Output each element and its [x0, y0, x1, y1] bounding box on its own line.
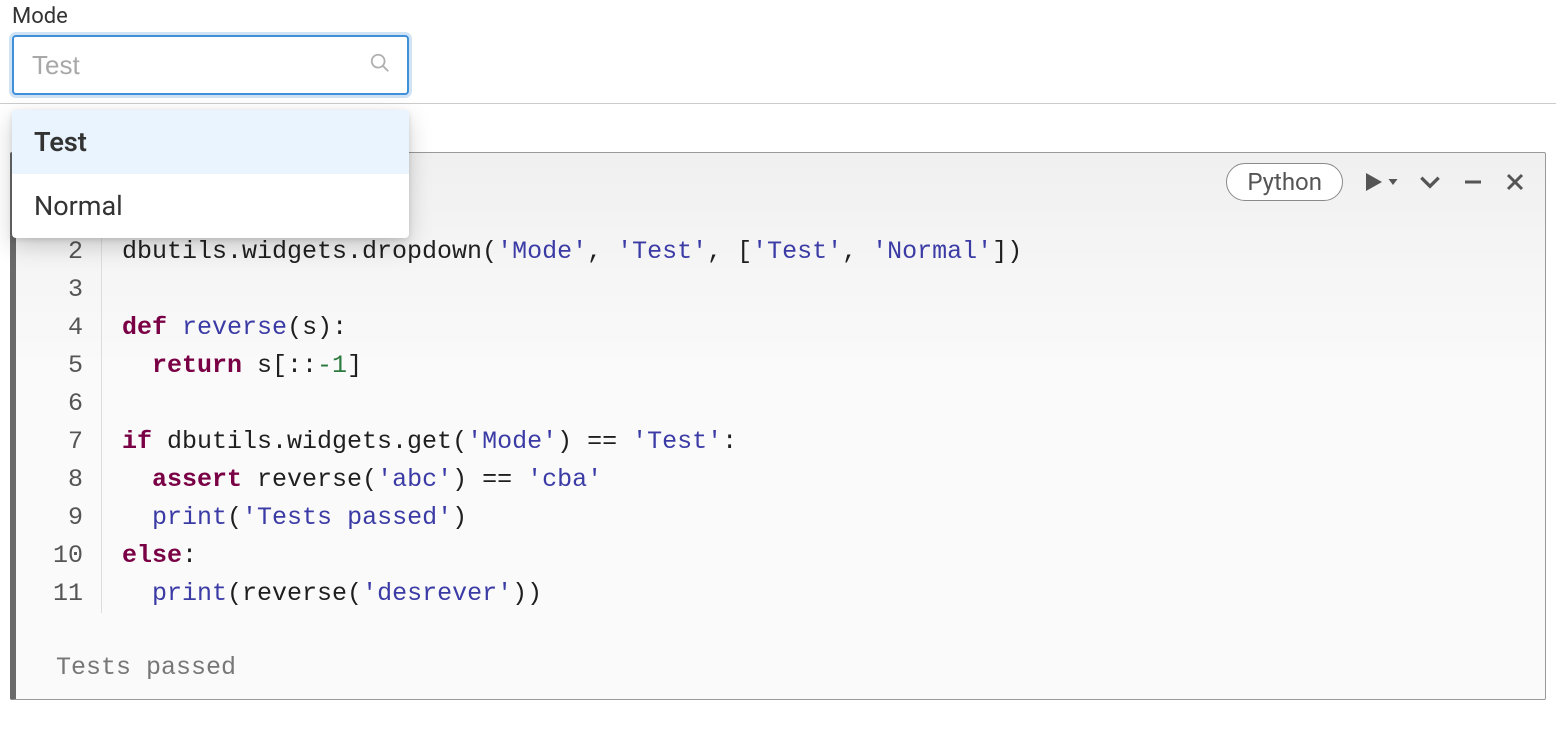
line-number: 8 [16, 461, 83, 499]
mode-widget-label: Mode [12, 4, 1544, 29]
line-number: 4 [16, 309, 83, 347]
code-line: dbutils.widgets.dropdown('Mode', 'Test',… [122, 233, 1022, 271]
run-button[interactable] [1361, 170, 1399, 194]
line-number: 9 [16, 499, 83, 537]
code-line: assert reverse('abc') == 'cba' [122, 461, 1022, 499]
line-number: 5 [16, 347, 83, 385]
dropdown-option-test[interactable]: Test [12, 110, 409, 174]
caret-down-icon [1387, 176, 1399, 188]
line-number: 7 [16, 423, 83, 461]
mode-combobox[interactable] [12, 35, 409, 95]
line-number: 10 [16, 537, 83, 575]
code-line: print('Tests passed') [122, 499, 1022, 537]
cell-toolbar: Python [1226, 163, 1527, 201]
code-line: return s[::-1] [122, 347, 1022, 385]
divider [0, 103, 1556, 104]
minimize-icon[interactable] [1461, 170, 1485, 194]
language-selector[interactable]: Python [1226, 163, 1343, 201]
widget-area: Mode [0, 0, 1556, 103]
cell-output: Tests passed [16, 653, 1545, 682]
line-number: 6 [16, 385, 83, 423]
code-line: if dbutils.widgets.get('Mode') == 'Test'… [122, 423, 1022, 461]
code-line [122, 385, 1022, 423]
code-line [122, 271, 1022, 309]
code-line: print(reverse('desrever')) [122, 575, 1022, 613]
mode-dropdown-list: Test Normal [12, 110, 409, 238]
line-number: 3 [16, 271, 83, 309]
dropdown-option-normal[interactable]: Normal [12, 174, 409, 238]
line-gutter: 2 3 4 5 6 7 8 9 10 11 [16, 233, 102, 613]
close-icon[interactable] [1503, 170, 1527, 194]
code-line: else: [122, 537, 1022, 575]
line-number: 2 [16, 233, 83, 271]
mode-combobox-input[interactable] [12, 35, 409, 95]
code-body[interactable]: dbutils.widgets.dropdown('Mode', 'Test',… [102, 233, 1022, 613]
chevron-down-icon[interactable] [1417, 169, 1443, 195]
code-line: def reverse(s): [122, 309, 1022, 347]
line-number: 11 [16, 575, 83, 613]
